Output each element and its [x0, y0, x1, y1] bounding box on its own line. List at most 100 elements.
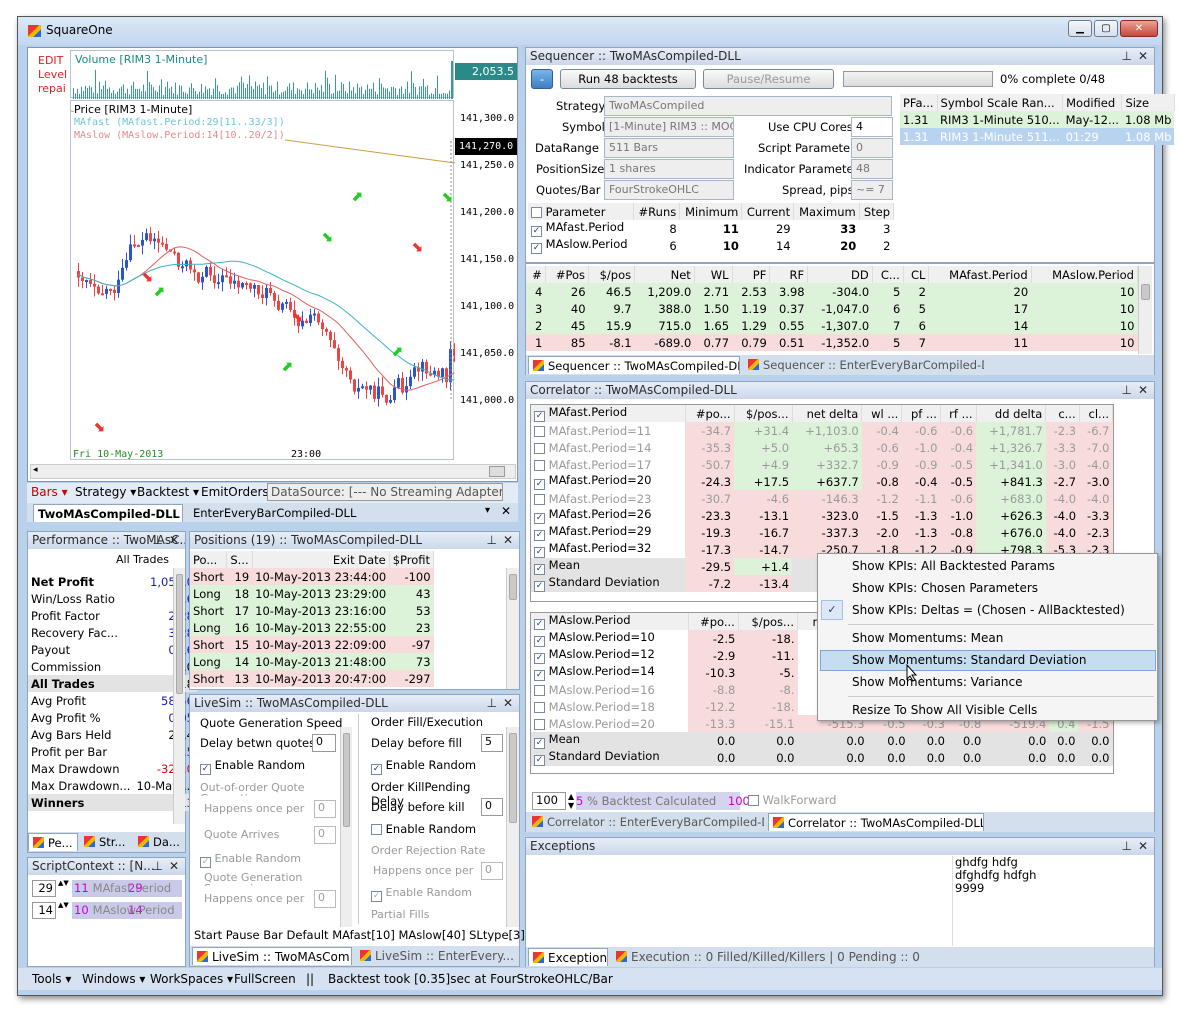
spinner-icon[interactable]: ▲▼	[58, 901, 69, 910]
menu-resize-cells[interactable]: Resize To Show All Visible Cells	[818, 699, 1158, 721]
tab-dropdown-icon[interactable]: ▾	[485, 505, 490, 516]
tab-execution[interactable]: Execution :: 0 Filled/Killed/Killers | 0…	[612, 948, 922, 966]
correlator-row[interactable]: ✓ MAfast.Period=29 -19.3 -16.7 -337.3 -2.0 -1…	[531, 524, 1113, 541]
checkbox-icon[interactable]	[531, 206, 542, 218]
checkbox-icon[interactable]: ✓	[531, 243, 542, 254]
menu-show-kpis-chosen[interactable]: Show KPIs: Chosen Parameters	[818, 577, 1158, 599]
spinner-icon[interactable]: ▲▼	[568, 792, 574, 810]
pin-icon[interactable]: ⊥	[487, 532, 497, 549]
position-row[interactable]: Short 19 10-May-2013 23:44:00 -100	[190, 568, 434, 585]
positions-scrollbar[interactable]	[506, 568, 519, 689]
pin-icon[interactable]: ⊥	[1122, 382, 1132, 399]
pin-icon[interactable]: ⊥	[1122, 48, 1132, 65]
correlator-row[interactable]: MAfast.Period=17 -50.7 +4.9 +332.7 -0.9 -0.9-…	[531, 456, 1113, 473]
backtest-count-input[interactable]: 100	[532, 792, 566, 810]
checkbox-icon[interactable]: ✓	[534, 581, 545, 592]
menu-momentums-variance[interactable]: Show Momentums: Variance	[818, 671, 1158, 693]
position-row[interactable]: Short 17 10-May-2013 23:16:00 53	[190, 602, 434, 619]
param-value-input[interactable]: 14	[32, 902, 56, 919]
livesim-right-scrollbar[interactable]	[506, 727, 519, 927]
enable-random-2[interactable]: ✓ Enable Random	[200, 852, 301, 868]
spinner-icon[interactable]: ▲▼	[58, 879, 69, 888]
checkbox-icon[interactable]	[534, 718, 545, 730]
position-row[interactable]: Long 14 10-May-2013 21:48:00 73	[190, 653, 434, 670]
checkbox-icon[interactable]	[534, 442, 545, 454]
tab-livesim-twomas[interactable]: LiveSim :: TwoMAsCom...	[192, 947, 352, 965]
correlator-row[interactable]: ✓ MAfast.Period=20 -24.3 +17.5 +637.7 -0.8 -0…	[531, 473, 1113, 490]
windows-menu[interactable]: Windows ▾	[82, 968, 145, 990]
close-icon[interactable]: ✕	[503, 532, 513, 549]
checkbox-icon[interactable]: ✓	[534, 619, 545, 630]
position-row[interactable]: Short 15 10-May-2013 22:09:00 -97	[190, 636, 434, 653]
pin-icon[interactable]: ⊥	[153, 532, 163, 549]
param-row[interactable]: ✓ MAfast.Period 8 11 29 33 3	[528, 220, 894, 237]
file-row[interactable]: 1.31 RIM3 1-Minute 510... May-12... 1.08 Mb	[900, 111, 1175, 128]
enable-random-kill[interactable]: Enable Random	[371, 822, 476, 836]
scroll-thumb[interactable]	[489, 466, 505, 477]
close-icon[interactable]: ✕	[503, 695, 513, 712]
checkbox-icon[interactable]: ✓	[200, 857, 211, 868]
cpu-input[interactable]: 4	[851, 117, 893, 137]
rejection-happens-input[interactable]: 0	[481, 862, 503, 880]
pause-resume-button[interactable]: Pause/Resume	[703, 69, 834, 89]
positionsize-field[interactable]: 1 shares	[604, 159, 734, 179]
tools-menu[interactable]: Tools ▾	[32, 968, 71, 990]
emit-orders-button[interactable]: EmitOrders	[201, 485, 269, 499]
spread-field[interactable]: ~= 7	[851, 180, 893, 200]
position-row[interactable]: Short 13 10-May-2013 20:47:00 -297	[190, 670, 434, 687]
tab-strategy[interactable]: Str...	[80, 833, 132, 851]
scroll-thumb[interactable]	[176, 574, 183, 694]
correlator-row[interactable]: ✓ MAfast.Period=26 -23.3 -13.1 -323.0 -1.5 -1…	[531, 507, 1113, 524]
strategy-field[interactable]: TwoMAsCompiled	[604, 96, 892, 116]
scroll-thumb[interactable]	[509, 574, 517, 600]
happens-input[interactable]: 0	[314, 800, 336, 818]
tab-chart-twomas[interactable]: TwoMAsCompiled-DLL	[33, 504, 183, 522]
tab-sequencer-twomas[interactable]: Sequencer :: TwoMAsCompiled-DLL	[528, 356, 740, 374]
pin-icon[interactable]: ⊥	[487, 695, 497, 712]
perf-scrollbar[interactable]	[173, 568, 185, 824]
close-icon[interactable]: ✕	[1138, 838, 1148, 855]
tab-performance[interactable]: Pe...	[28, 833, 78, 851]
checkbox-icon[interactable]: ✓	[534, 411, 545, 422]
scroll-thumb[interactable]	[509, 733, 517, 823]
tab-correlator-entereverybar[interactable]: Correlator :: EnterEveryBarCompiled-DLL	[528, 813, 764, 831]
close-icon[interactable]: ✕	[1138, 382, 1148, 399]
position-row[interactable]: Long 18 10-May-2013 23:29:00 43	[190, 585, 434, 602]
bars-menu[interactable]: Bars ▾	[31, 485, 68, 499]
param-value-input[interactable]: 29	[32, 880, 56, 897]
close-icon[interactable]: ✕	[169, 532, 179, 549]
menu-momentums-mean[interactable]: Show Momentums: Mean	[818, 627, 1158, 649]
walkforward-checkbox[interactable]: WalkForward	[748, 793, 836, 807]
workspaces-menu[interactable]: WorkSpaces ▾	[150, 968, 233, 990]
tab-chart-entereverybar[interactable]: EnterEveryBarCompiled-DLL	[189, 504, 359, 522]
datarange-field[interactable]: 511 Bars	[604, 138, 734, 158]
delay-fill-input[interactable]: 5	[481, 734, 503, 752]
maximize-button[interactable]: ▢	[1094, 20, 1118, 37]
position-row[interactable]: Long 16 10-May-2013 22:55:00 23	[190, 619, 434, 636]
chart-hscrollbar[interactable]: ◂	[30, 464, 516, 479]
strategy-menu[interactable]: Strategy ▾	[75, 485, 136, 499]
checkbox-icon[interactable]	[534, 493, 545, 505]
tab-livesim-entereverybar[interactable]: LiveSim :: EnterEvery...	[356, 947, 516, 965]
checkbox-icon[interactable]: ✓	[534, 547, 545, 558]
scroll-thumb[interactable]	[343, 733, 350, 827]
checkbox-icon[interactable]: ✓	[371, 764, 382, 775]
checkbox-icon[interactable]: ✓	[371, 891, 382, 902]
checkbox-icon[interactable]	[534, 701, 545, 713]
enable-random-reject[interactable]: ✓ Enable Random	[371, 886, 472, 902]
livesim-left-scrollbar[interactable]	[340, 727, 352, 927]
collapse-button[interactable]: -	[531, 69, 553, 89]
close-icon[interactable]: ✕	[169, 858, 179, 875]
checkbox-icon[interactable]	[534, 425, 545, 437]
menu-show-kpis-deltas[interactable]: Show KPIs: Deltas = (Chosen - AllBacktes…	[818, 599, 1158, 621]
scroll-left-icon[interactable]: ◂	[33, 465, 38, 475]
datasource-field[interactable]: DataSource: [--- No Streaming Adapter --…	[267, 483, 503, 501]
menu-show-kpis-all[interactable]: Show KPIs: All Backtested Params	[818, 555, 1158, 577]
result-row[interactable]: 3 40 9.7 388.0 1.50 1.19 0.37 -1,047.0 6 5 17 10	[526, 300, 1138, 317]
close-icon[interactable]: ✕	[501, 504, 511, 518]
quotes-field[interactable]: FourStrokeOHLC	[604, 180, 734, 200]
file-row[interactable]: 1.31 RIM3 1-Minute 511... 01:29 1.08 Mb	[900, 128, 1175, 145]
checkbox-icon[interactable]: ✓	[534, 653, 545, 664]
checkbox-icon[interactable]: ✓	[534, 738, 545, 749]
checkbox-icon[interactable]: ✓	[534, 755, 545, 766]
